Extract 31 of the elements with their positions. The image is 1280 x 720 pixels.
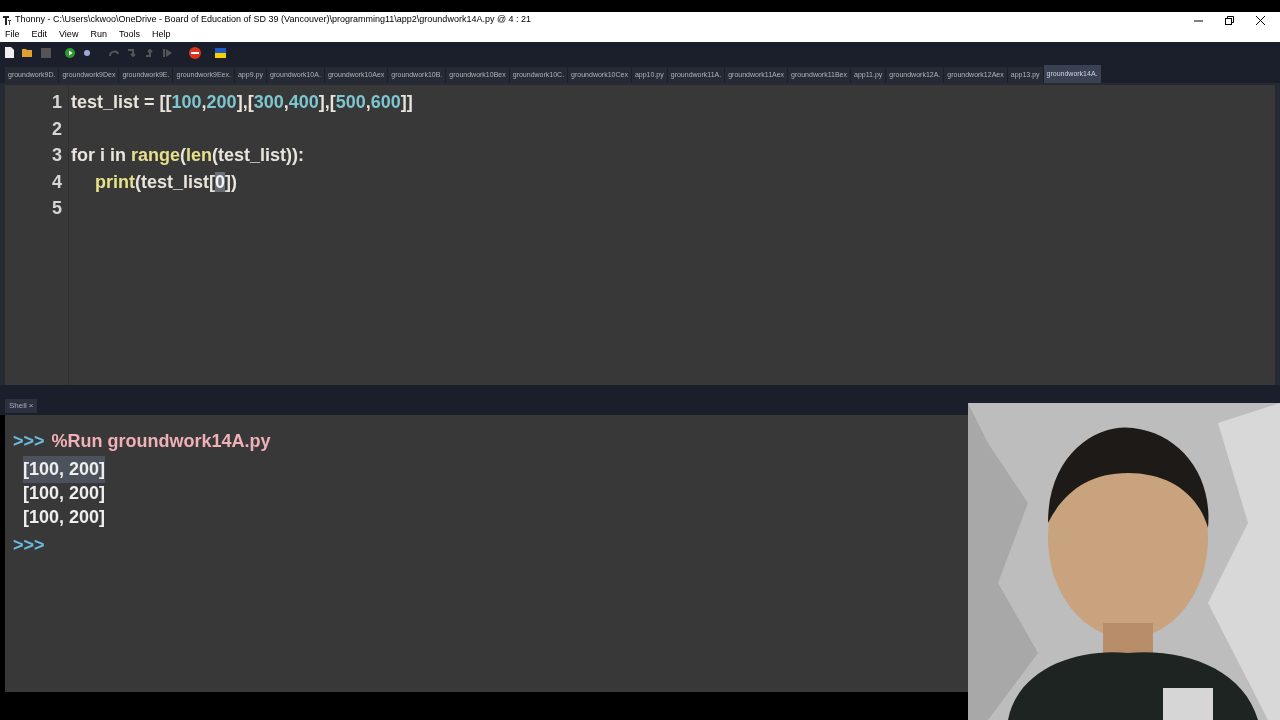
code-line: for i in range(len(test_list)): — [71, 144, 305, 167]
shell-prompt: >>> — [13, 429, 45, 453]
menu-item[interactable]: File — [5, 28, 20, 42]
flag-icon[interactable] — [215, 47, 226, 58]
window-title: Thonny - C:\Users\ckwoo\OneDrive - Board of Education of SD 39 (Vancouver)\programming11\app2\groundwork14A.py @ 4 : 21 — [15, 13, 532, 27]
shell-command: %Run groundwork14A.py — [51, 429, 271, 453]
menu-item[interactable]: Run — [90, 28, 107, 42]
menu-item[interactable]: Tools — [118, 28, 140, 42]
shell-output: [100, 200] — [23, 505, 106, 529]
code-line: test_list = [[100,200],[300,400],[500,600]] — [71, 91, 413, 114]
menu-item[interactable]: Edit — [31, 28, 48, 42]
close-icon[interactable] — [1256, 15, 1265, 25]
menu-item[interactable]: Help — [151, 28, 171, 42]
line-number: 2 — [52, 117, 62, 141]
menu-item[interactable]: View — [59, 28, 79, 42]
shell-output: [100, 200] — [23, 481, 106, 505]
stop-icon[interactable] — [189, 46, 201, 59]
new-file-icon[interactable] — [5, 47, 14, 58]
code-line: print(test_list[0]) — [94, 170, 238, 194]
shell-prompt: >>> — [13, 533, 45, 557]
line-number: 3 — [52, 144, 62, 167]
folder-icon[interactable] — [22, 48, 33, 57]
line-number: 1 — [52, 91, 62, 114]
run-icon[interactable] — [65, 47, 75, 58]
line-number: 5 — [52, 197, 62, 220]
restore-icon[interactable] — [1225, 15, 1234, 25]
shell-output: [100, 200] — [23, 455, 106, 483]
line-number: 4 — [52, 170, 62, 194]
close-icon[interactable]: × — [28, 400, 34, 412]
app-icon — [3, 15, 11, 25]
shell-tab[interactable]: Shell × — [5, 399, 38, 413]
